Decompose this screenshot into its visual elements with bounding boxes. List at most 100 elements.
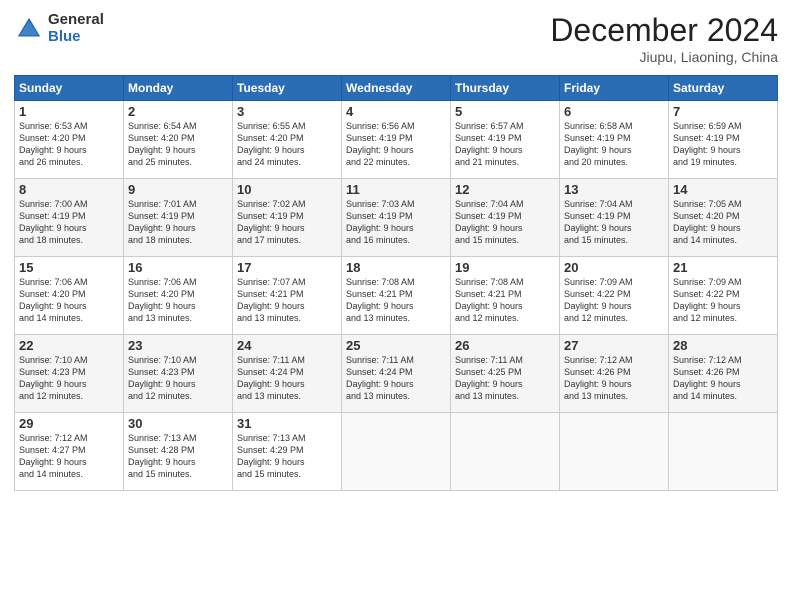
calendar-cell: 27 Sunrise: 7:12 AM Sunset: 4:26 PM Dayl… (560, 335, 669, 413)
day-number: 19 (455, 260, 555, 275)
day-info: Sunrise: 6:54 AM Sunset: 4:20 PM Dayligh… (128, 120, 228, 169)
day-number: 11 (346, 182, 446, 197)
day-info: Sunrise: 7:02 AM Sunset: 4:19 PM Dayligh… (237, 198, 337, 247)
day-number: 31 (237, 416, 337, 431)
day-info: Sunrise: 7:09 AM Sunset: 4:22 PM Dayligh… (673, 276, 773, 325)
title-block: December 2024 Jiupu, Liaoning, China (550, 12, 778, 65)
col-thursday: Thursday (451, 76, 560, 101)
day-info: Sunrise: 6:56 AM Sunset: 4:19 PM Dayligh… (346, 120, 446, 169)
day-number: 23 (128, 338, 228, 353)
day-info: Sunrise: 6:59 AM Sunset: 4:19 PM Dayligh… (673, 120, 773, 169)
col-friday: Friday (560, 76, 669, 101)
calendar-cell (560, 413, 669, 491)
calendar-cell: 11 Sunrise: 7:03 AM Sunset: 4:19 PM Dayl… (342, 179, 451, 257)
calendar-cell: 7 Sunrise: 6:59 AM Sunset: 4:19 PM Dayli… (669, 101, 778, 179)
day-number: 18 (346, 260, 446, 275)
day-info: Sunrise: 7:01 AM Sunset: 4:19 PM Dayligh… (128, 198, 228, 247)
day-info: Sunrise: 7:06 AM Sunset: 4:20 PM Dayligh… (128, 276, 228, 325)
calendar-cell: 16 Sunrise: 7:06 AM Sunset: 4:20 PM Dayl… (124, 257, 233, 335)
header-row: Sunday Monday Tuesday Wednesday Thursday… (15, 76, 778, 101)
logo: General Blue (14, 12, 104, 45)
calendar-cell: 26 Sunrise: 7:11 AM Sunset: 4:25 PM Dayl… (451, 335, 560, 413)
logo-general: General (48, 12, 104, 29)
day-info: Sunrise: 7:08 AM Sunset: 4:21 PM Dayligh… (455, 276, 555, 325)
calendar-cell: 19 Sunrise: 7:08 AM Sunset: 4:21 PM Dayl… (451, 257, 560, 335)
day-info: Sunrise: 7:12 AM Sunset: 4:26 PM Dayligh… (564, 354, 664, 403)
day-number: 10 (237, 182, 337, 197)
calendar-cell: 21 Sunrise: 7:09 AM Sunset: 4:22 PM Dayl… (669, 257, 778, 335)
col-tuesday: Tuesday (233, 76, 342, 101)
calendar-cell: 12 Sunrise: 7:04 AM Sunset: 4:19 PM Dayl… (451, 179, 560, 257)
day-info: Sunrise: 6:55 AM Sunset: 4:20 PM Dayligh… (237, 120, 337, 169)
col-monday: Monday (124, 76, 233, 101)
calendar-cell: 8 Sunrise: 7:00 AM Sunset: 4:19 PM Dayli… (15, 179, 124, 257)
calendar-week-3: 15 Sunrise: 7:06 AM Sunset: 4:20 PM Dayl… (15, 257, 778, 335)
day-number: 7 (673, 104, 773, 119)
day-info: Sunrise: 7:13 AM Sunset: 4:28 PM Dayligh… (128, 432, 228, 481)
day-info: Sunrise: 7:04 AM Sunset: 4:19 PM Dayligh… (564, 198, 664, 247)
day-number: 14 (673, 182, 773, 197)
calendar-cell: 13 Sunrise: 7:04 AM Sunset: 4:19 PM Dayl… (560, 179, 669, 257)
day-number: 27 (564, 338, 664, 353)
day-info: Sunrise: 6:57 AM Sunset: 4:19 PM Dayligh… (455, 120, 555, 169)
col-saturday: Saturday (669, 76, 778, 101)
day-info: Sunrise: 7:06 AM Sunset: 4:20 PM Dayligh… (19, 276, 119, 325)
day-number: 4 (346, 104, 446, 119)
logo-text: General Blue (48, 12, 104, 45)
day-info: Sunrise: 7:00 AM Sunset: 4:19 PM Dayligh… (19, 198, 119, 247)
calendar-table: Sunday Monday Tuesday Wednesday Thursday… (14, 75, 778, 491)
col-sunday: Sunday (15, 76, 124, 101)
day-number: 8 (19, 182, 119, 197)
day-info: Sunrise: 7:11 AM Sunset: 4:24 PM Dayligh… (237, 354, 337, 403)
calendar-cell: 31 Sunrise: 7:13 AM Sunset: 4:29 PM Dayl… (233, 413, 342, 491)
day-info: Sunrise: 7:13 AM Sunset: 4:29 PM Dayligh… (237, 432, 337, 481)
day-number: 25 (346, 338, 446, 353)
day-number: 5 (455, 104, 555, 119)
calendar-week-4: 22 Sunrise: 7:10 AM Sunset: 4:23 PM Dayl… (15, 335, 778, 413)
day-number: 16 (128, 260, 228, 275)
day-number: 24 (237, 338, 337, 353)
day-info: Sunrise: 7:11 AM Sunset: 4:24 PM Dayligh… (346, 354, 446, 403)
day-number: 26 (455, 338, 555, 353)
header: General Blue December 2024 Jiupu, Liaoni… (14, 12, 778, 65)
calendar-cell: 3 Sunrise: 6:55 AM Sunset: 4:20 PM Dayli… (233, 101, 342, 179)
day-number: 13 (564, 182, 664, 197)
day-number: 12 (455, 182, 555, 197)
calendar-cell: 14 Sunrise: 7:05 AM Sunset: 4:20 PM Dayl… (669, 179, 778, 257)
calendar-cell: 10 Sunrise: 7:02 AM Sunset: 4:19 PM Dayl… (233, 179, 342, 257)
day-info: Sunrise: 7:12 AM Sunset: 4:27 PM Dayligh… (19, 432, 119, 481)
logo-blue: Blue (48, 29, 104, 46)
calendar-cell: 20 Sunrise: 7:09 AM Sunset: 4:22 PM Dayl… (560, 257, 669, 335)
day-info: Sunrise: 7:04 AM Sunset: 4:19 PM Dayligh… (455, 198, 555, 247)
day-number: 2 (128, 104, 228, 119)
day-number: 17 (237, 260, 337, 275)
calendar-cell: 24 Sunrise: 7:11 AM Sunset: 4:24 PM Dayl… (233, 335, 342, 413)
calendar-week-1: 1 Sunrise: 6:53 AM Sunset: 4:20 PM Dayli… (15, 101, 778, 179)
calendar-cell: 18 Sunrise: 7:08 AM Sunset: 4:21 PM Dayl… (342, 257, 451, 335)
calendar-cell: 6 Sunrise: 6:58 AM Sunset: 4:19 PM Dayli… (560, 101, 669, 179)
day-number: 28 (673, 338, 773, 353)
day-number: 3 (237, 104, 337, 119)
day-info: Sunrise: 6:53 AM Sunset: 4:20 PM Dayligh… (19, 120, 119, 169)
col-wednesday: Wednesday (342, 76, 451, 101)
day-number: 22 (19, 338, 119, 353)
calendar-cell: 9 Sunrise: 7:01 AM Sunset: 4:19 PM Dayli… (124, 179, 233, 257)
month-title: December 2024 (550, 12, 778, 49)
day-info: Sunrise: 7:11 AM Sunset: 4:25 PM Dayligh… (455, 354, 555, 403)
calendar-cell: 15 Sunrise: 7:06 AM Sunset: 4:20 PM Dayl… (15, 257, 124, 335)
calendar-cell: 29 Sunrise: 7:12 AM Sunset: 4:27 PM Dayl… (15, 413, 124, 491)
day-info: Sunrise: 7:12 AM Sunset: 4:26 PM Dayligh… (673, 354, 773, 403)
calendar-cell: 5 Sunrise: 6:57 AM Sunset: 4:19 PM Dayli… (451, 101, 560, 179)
day-info: Sunrise: 7:07 AM Sunset: 4:21 PM Dayligh… (237, 276, 337, 325)
day-info: Sunrise: 7:05 AM Sunset: 4:20 PM Dayligh… (673, 198, 773, 247)
day-number: 6 (564, 104, 664, 119)
calendar-cell (669, 413, 778, 491)
calendar-cell (451, 413, 560, 491)
calendar-cell (342, 413, 451, 491)
calendar-cell: 4 Sunrise: 6:56 AM Sunset: 4:19 PM Dayli… (342, 101, 451, 179)
calendar-cell: 23 Sunrise: 7:10 AM Sunset: 4:23 PM Dayl… (124, 335, 233, 413)
logo-icon (14, 14, 44, 44)
day-number: 1 (19, 104, 119, 119)
calendar-cell: 30 Sunrise: 7:13 AM Sunset: 4:28 PM Dayl… (124, 413, 233, 491)
day-info: Sunrise: 7:03 AM Sunset: 4:19 PM Dayligh… (346, 198, 446, 247)
